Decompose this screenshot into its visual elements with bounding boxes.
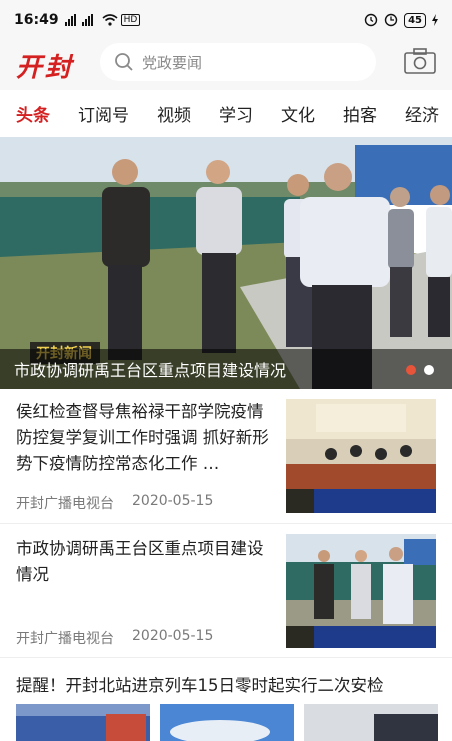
status-bar: 16:49 HD 45 (0, 0, 452, 40)
news-thumbnail (304, 704, 438, 741)
alarm-icon (364, 13, 378, 27)
news-item[interactable]: 市政协调研禹王台区重点项目建设情况 开封广播电视台 2020-05-15 (0, 524, 452, 658)
app-logo[interactable]: 开封 (16, 47, 74, 84)
news-thumbnail (160, 704, 294, 741)
banner-title: 市政协调研禹王台区重点项目建设情况 (14, 361, 287, 380)
tab-subscriptions[interactable]: 订阅号 (78, 101, 129, 126)
clock-icon (384, 13, 398, 27)
banner-caption: 市政协调研禹王台区重点项目建设情况 (0, 349, 452, 389)
app-header: 开封 党政要闻 (0, 40, 452, 90)
network-label: HD (120, 14, 141, 26)
news-source: 开封广播电视台 (16, 631, 114, 647)
news-thumbnail (286, 399, 436, 513)
news-title: 市政协调研禹王台区重点项目建设情况 (16, 539, 264, 584)
search-bar[interactable]: 党政要闻 (100, 43, 376, 81)
banner-carousel[interactable]: 开封新闻 市政协调研禹王台区重点项目建设情况 (0, 137, 452, 389)
carousel-dot-1[interactable] (406, 365, 416, 375)
news-date: 2020-05-15 (132, 493, 214, 509)
news-thumbnails (16, 704, 452, 741)
tab-economy[interactable]: 经济 (405, 101, 439, 126)
news-source: 开封广播电视台 (16, 496, 114, 512)
tab-snapshots[interactable]: 拍客 (343, 101, 377, 126)
news-meta: 开封广播电视台 2020-05-15 (16, 628, 213, 648)
search-placeholder: 党政要闻 (142, 53, 203, 72)
news-thumbnail (16, 704, 150, 741)
charging-icon (432, 14, 438, 26)
battery-icon: 45 (404, 12, 426, 28)
search-icon (115, 53, 133, 71)
wifi-icon (102, 14, 118, 26)
news-item[interactable]: 提醒！开封北站进京列车15日零时起实行二次安检 (0, 660, 452, 741)
news-thumbnail (286, 534, 436, 648)
status-time: 16:49 (14, 12, 59, 28)
carousel-dot-2[interactable] (424, 365, 434, 375)
news-title: 提醒！开封北站进京列车15日零时起实行二次安检 (16, 676, 384, 695)
news-title: 侯红检查督导焦裕禄干部学院疫情防控复学复训工作时强调 抓好新形势下疫情防控常态化… (16, 402, 269, 473)
carousel-indicators (406, 365, 434, 375)
news-meta: 开封广播电视台 2020-05-15 (16, 493, 213, 513)
category-tabs: 头条 订阅号 视频 学习 文化 拍客 经济 (0, 90, 452, 136)
status-right: 45 (364, 12, 438, 28)
tab-culture[interactable]: 文化 (281, 101, 315, 126)
news-item[interactable]: 侯红检查督导焦裕禄干部学院疫情防控复学复训工作时强调 抓好新形势下疫情防控常态化… (0, 389, 452, 524)
tab-headlines[interactable]: 头条 (16, 101, 50, 126)
tab-video[interactable]: 视频 (157, 101, 191, 126)
tab-study[interactable]: 学习 (219, 101, 253, 126)
news-date: 2020-05-15 (132, 628, 214, 644)
signal-icon: HD (64, 14, 141, 26)
camera-icon[interactable] (404, 48, 436, 74)
